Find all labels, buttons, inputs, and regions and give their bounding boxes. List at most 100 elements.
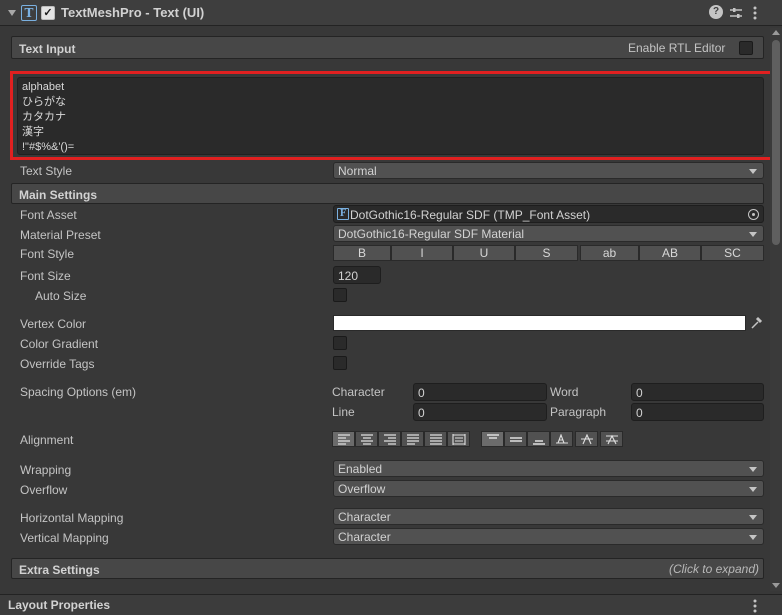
align-middle-button[interactable] (504, 431, 527, 447)
text-input-header: Text Input Enable RTL Editor (11, 36, 764, 59)
font-style-label: Font Style (20, 247, 75, 261)
paragraph-spacing-label: Paragraph (550, 405, 607, 419)
foldout-arrow-icon[interactable] (8, 10, 16, 16)
vertical-mapping-value: Character (338, 530, 391, 544)
material-preset-dropdown[interactable]: DotGothic16-Regular SDF Material (333, 225, 764, 242)
more-icon[interactable] (752, 5, 758, 21)
character-spacing-field[interactable]: 0 (413, 383, 547, 401)
override-tags-checkbox[interactable] (333, 356, 347, 370)
main-settings-title: Main Settings (19, 188, 98, 202)
overflow-dropdown[interactable]: Overflow (333, 480, 764, 497)
wrapping-value: Enabled (338, 462, 383, 476)
check-icon: ✓ (43, 7, 53, 19)
paragraph-spacing-field[interactable]: 0 (631, 403, 764, 421)
align-bottom-button[interactable] (527, 431, 550, 447)
paragraph-spacing-value: 0 (636, 406, 643, 420)
align-flush-button[interactable] (424, 431, 447, 447)
rtl-editor-checkbox[interactable] (739, 41, 753, 55)
highlight-annotation (10, 71, 774, 160)
component-title: TextMeshPro - Text (UI) (61, 5, 205, 20)
extra-settings-header[interactable]: Extra Settings (Click to expand) (11, 558, 764, 579)
align-capline-icon (605, 434, 618, 445)
align-justified-button[interactable] (401, 431, 424, 447)
font-size-value: 120 (338, 269, 359, 283)
component-header: T ✓ TextMeshPro - Text (UI) ? (0, 0, 782, 26)
extra-settings-title: Extra Settings (19, 563, 100, 577)
strikethrough-button[interactable]: S (515, 245, 578, 261)
text-input-title: Text Input (19, 42, 76, 56)
chevron-down-icon (749, 467, 757, 472)
align-justified-icon (406, 434, 419, 445)
layout-properties-bar[interactable]: Layout Properties (0, 594, 782, 615)
color-gradient-label: Color Gradient (20, 337, 99, 351)
align-bottom-icon (532, 440, 545, 445)
scroll-down-icon[interactable] (772, 583, 780, 588)
word-spacing-label: Word (550, 385, 579, 399)
vertex-color-swatch[interactable] (333, 315, 746, 331)
horizontal-mapping-value: Character (338, 510, 391, 524)
eyedropper-icon[interactable] (749, 315, 763, 331)
horizontal-mapping-label: Horizontal Mapping (20, 511, 124, 525)
font-size-label: Font Size (20, 269, 71, 283)
text-style-label: Text Style (20, 164, 73, 178)
uppercase-button[interactable]: AB (639, 245, 701, 261)
align-center-button[interactable] (355, 431, 378, 447)
presets-icon[interactable] (729, 6, 743, 20)
vertex-color-label: Vertex Color (20, 317, 87, 331)
scrollbar-thumb[interactable] (772, 40, 780, 245)
text-style-value: Normal (338, 164, 377, 178)
line-spacing-label: Line (332, 405, 355, 419)
help-icon[interactable]: ? (709, 5, 723, 19)
chevron-down-icon (749, 487, 757, 492)
font-asset-label: Font Asset (20, 208, 77, 222)
color-gradient-checkbox[interactable] (333, 336, 347, 350)
line-spacing-value: 0 (418, 406, 425, 420)
object-picker-icon[interactable] (748, 209, 759, 220)
align-center-icon (360, 434, 373, 445)
auto-size-label: Auto Size (35, 289, 87, 303)
underline-button[interactable]: U (453, 245, 515, 261)
wrapping-dropdown[interactable]: Enabled (333, 460, 764, 477)
material-preset-value: DotGothic16-Regular SDF Material (338, 227, 525, 241)
lowercase-button[interactable]: ab (580, 245, 639, 261)
chevron-down-icon (749, 515, 757, 520)
align-middle-icon (509, 437, 522, 442)
wrapping-label: Wrapping (20, 463, 72, 477)
align-geometry-center-icon (451, 434, 466, 445)
scroll-up-icon[interactable] (772, 30, 780, 35)
font-asset-value: DotGothic16-Regular SDF (TMP_Font Asset) (350, 208, 591, 222)
rtl-editor-label: Enable RTL Editor (628, 41, 726, 55)
overflow-value: Overflow (338, 482, 386, 496)
font-asset-field[interactable]: F DotGothic16-Regular SDF (TMP_Font Asse… (333, 205, 764, 223)
override-tags-label: Override Tags (20, 357, 95, 371)
align-baseline-button[interactable] (550, 431, 573, 447)
tmp-text-icon: T (21, 5, 37, 21)
component-enabled-checkbox[interactable]: ✓ (41, 6, 55, 20)
smallcaps-button[interactable]: SC (701, 245, 764, 261)
align-top-button[interactable] (481, 431, 504, 447)
main-settings-header: Main Settings (11, 183, 764, 204)
align-capline-button[interactable] (600, 431, 623, 447)
auto-size-checkbox[interactable] (333, 288, 347, 302)
overflow-label: Overflow (20, 483, 68, 497)
more-icon[interactable] (752, 598, 758, 614)
align-top-icon (486, 434, 499, 439)
align-right-button[interactable] (378, 431, 401, 447)
text-style-dropdown[interactable]: Normal (333, 162, 764, 179)
align-flush-icon (429, 434, 442, 445)
align-geometry-center-button[interactable] (447, 431, 470, 447)
vertical-mapping-dropdown[interactable]: Character (333, 528, 764, 545)
word-spacing-field[interactable]: 0 (631, 383, 764, 401)
align-midline-button[interactable] (575, 431, 598, 447)
vertical-mapping-label: Vertical Mapping (20, 531, 109, 545)
italic-button[interactable]: I (391, 245, 453, 261)
horizontal-mapping-dropdown[interactable]: Character (333, 508, 764, 525)
bold-button[interactable]: B (333, 245, 391, 261)
line-spacing-field[interactable]: 0 (413, 403, 547, 421)
align-baseline-icon (555, 434, 568, 444)
spacing-options-label: Spacing Options (em) (20, 385, 137, 399)
align-left-icon (337, 434, 350, 445)
font-asset-icon: F (337, 208, 349, 220)
align-left-button[interactable] (332, 431, 355, 447)
font-size-field[interactable]: 120 (333, 266, 381, 284)
